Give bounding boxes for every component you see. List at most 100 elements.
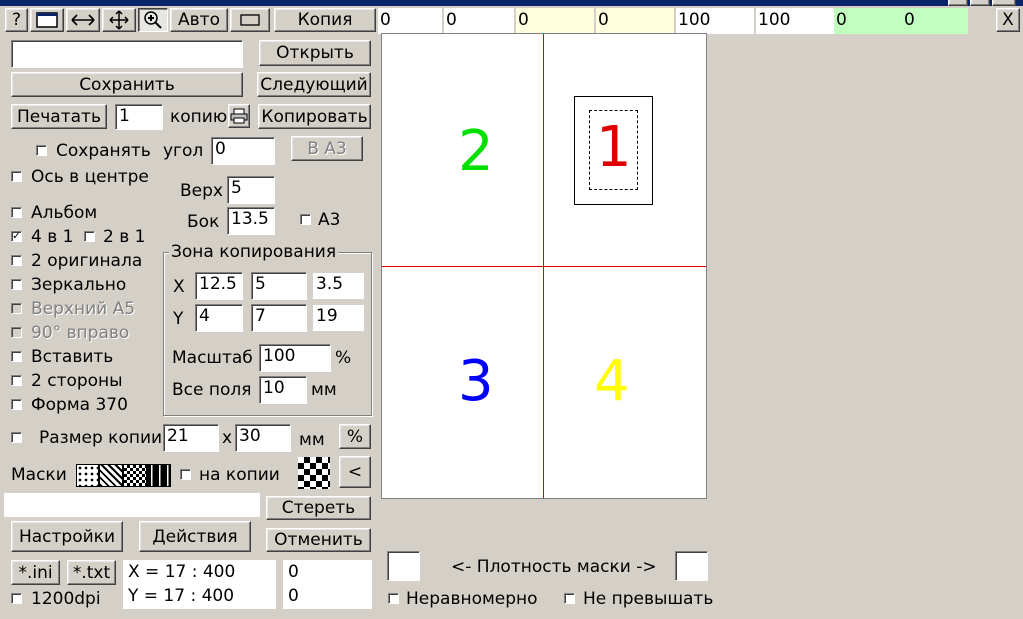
two-originals-checkbox[interactable] [11,255,22,266]
erase-button[interactable]: Стереть [266,496,371,520]
density-left-field[interactable] [387,551,420,581]
dpi-checkbox[interactable] [11,593,22,604]
y-coord: Y = 17 : 400 [128,586,235,606]
margins-field[interactable]: 10 [259,376,307,404]
zone-x-field[interactable]: 12.5 [195,272,243,300]
zone-y-field[interactable]: 7 [251,304,307,332]
copy-size-checkbox[interactable] [11,432,22,443]
copy-button[interactable]: Копировать [258,104,371,129]
quadrant-4-number: 4 [594,349,630,414]
settings-button[interactable]: Настройки [11,521,123,552]
insert-label: Вставить [31,347,114,367]
filename-field[interactable] [11,40,243,68]
copies-field[interactable]: 1 [115,104,163,130]
times-label: х [222,428,233,448]
mm-label: мм [299,430,325,450]
not-exceed-checkbox[interactable] [564,593,575,604]
mask-pattern-4[interactable] [147,464,171,487]
top-field[interactable]: 0 [516,8,594,34]
percent-label: % [335,348,352,368]
value-1: 0 [288,562,299,582]
copy-toggle-button[interactable]: Копия [274,8,376,32]
axis-center-checkbox[interactable] [11,171,22,182]
to-a3-button[interactable]: В А3 [291,136,363,161]
zone-x-field[interactable]: 3.5 [313,273,364,299]
mask-pattern-2[interactable] [99,464,123,487]
keep-checkbox[interactable] [36,145,47,156]
selected-mask-preview [298,457,330,489]
axis-center-label: Ось в центре [31,167,149,187]
zoom-button[interactable] [138,8,168,32]
scale-field[interactable]: 100 [259,344,331,372]
copy-height-field[interactable]: 30 [235,424,291,452]
open-button[interactable]: Открыть [259,40,371,66]
four-in-one-checkbox[interactable]: ✓ [11,231,22,242]
album-label: Альбом [31,203,98,223]
a3-label: А3 [318,210,341,230]
frame-button[interactable] [230,8,270,32]
two-in-one-checkbox[interactable] [84,231,95,242]
quadrant-3-number: 3 [458,349,494,414]
print-button[interactable]: Печатать [11,104,107,129]
mirror-checkbox[interactable] [11,279,22,290]
page-preview[interactable]: 2 1 3 4 [381,33,707,499]
next-button[interactable]: Следующий [257,72,371,97]
zone-x-field[interactable]: 5 [251,272,307,300]
zone-y-field[interactable]: 4 [195,304,243,332]
percent-button[interactable]: % [339,424,371,449]
mask-pattern-1[interactable] [76,464,99,487]
two-sides-label: 2 стороны [31,371,123,391]
two-sides-checkbox[interactable] [11,375,22,386]
copy-width-field[interactable]: 21 [163,424,219,452]
two-originals-label: 2 оригинала [31,251,143,271]
copy-size-label: Размер копии [39,428,163,448]
density-label: <- Плотность маски -> [451,557,657,577]
x-coord: X = 17 : 400 [128,562,236,582]
top-field[interactable]: 5 [227,176,275,204]
uneven-checkbox[interactable] [388,593,399,604]
side-field[interactable]: 13.5 [227,207,275,235]
quadrant-1-number: 1 [596,115,632,180]
keep-label: Сохранять [56,141,151,161]
cancel-button[interactable]: Отменить [266,528,371,552]
page-view-button[interactable] [30,8,64,32]
top-field[interactable]: 100 [676,8,754,34]
angle-field[interactable]: 0 [211,137,275,165]
mask-pattern-3[interactable] [123,464,147,487]
pan-button[interactable] [102,8,136,32]
insert-checkbox[interactable] [11,351,22,362]
close-button[interactable]: X [996,8,1020,32]
top-field[interactable]: 0 [596,8,674,34]
density-right-field[interactable] [675,551,708,581]
mask-back-button[interactable]: < [339,456,371,488]
copy-zone-title: Зона копирования [169,242,339,262]
rotate-right-checkbox[interactable] [11,327,22,338]
margins-label: Все поля [172,380,252,400]
auto-button[interactable]: Авто [170,8,228,32]
form370-checkbox[interactable] [11,399,22,410]
top-field[interactable]: 0 [444,8,514,34]
help-button[interactable]: ? [5,8,28,32]
top-field[interactable]: 0 [378,8,442,34]
txt-button[interactable]: *.txt [67,560,116,585]
zone-y-field[interactable]: 19 [313,305,364,331]
move-icon [109,10,129,30]
fit-width-button[interactable] [66,8,100,32]
save-button[interactable]: Сохранить [11,72,243,97]
four-in-one-label: 4 в 1 [31,227,74,247]
album-checkbox[interactable] [11,207,22,218]
top-field[interactable]: 100 [756,8,834,34]
ini-button[interactable]: *.ini [11,560,60,585]
window-button[interactable] [992,0,1016,6]
erase-field[interactable] [3,492,261,518]
on-copies-checkbox[interactable] [180,469,191,480]
window-button[interactable] [970,0,990,6]
window-button[interactable] [948,0,968,6]
top-field[interactable]: 0 [834,8,902,34]
printer-button[interactable] [228,104,250,128]
a3-checkbox[interactable] [300,214,311,225]
not-exceed-label: Не превышать [583,589,714,609]
top-field[interactable]: 0 [902,8,968,34]
top-a5-checkbox[interactable] [11,303,22,314]
actions-button[interactable]: Действия [139,521,251,552]
